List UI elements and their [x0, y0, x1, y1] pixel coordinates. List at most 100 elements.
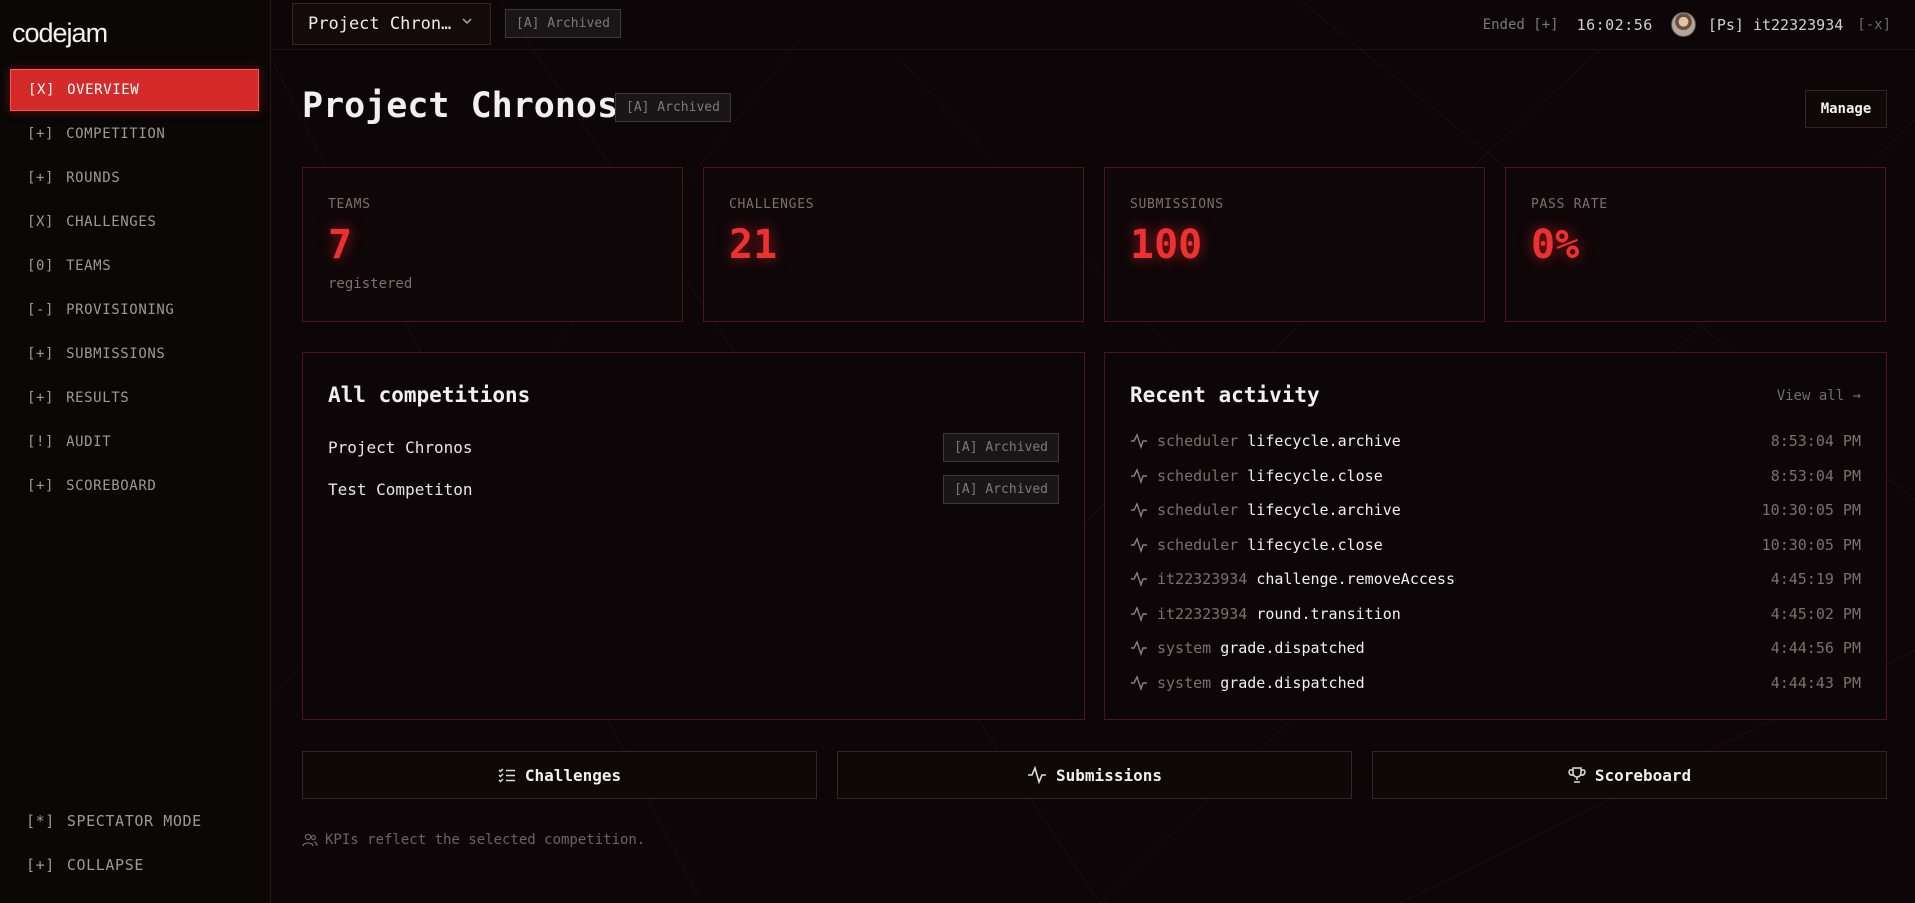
activity-row[interactable]: it22323934 challenge.removeAccess 4:45:19 …: [1130, 566, 1861, 592]
topbar-status: Ended [+] 16:02:56 [Ps] it22323934 [-x]: [1483, 12, 1891, 37]
activity-actor: scheduler: [1157, 535, 1239, 554]
sidebar-item-challenges[interactable]: [X] CHALLENGES: [10, 201, 259, 243]
status-badge: [A] Archived: [943, 432, 1059, 462]
activity-pulse-icon: [1131, 433, 1147, 449]
activity-panel: Recent activity View all → scheduler life…: [1104, 352, 1887, 720]
kpi-label: TEAMS: [328, 197, 371, 212]
activity-action: round.transition: [1256, 604, 1401, 623]
topbar: Project Chron… [A] Archived Ended [+] 16…: [272, 0, 1915, 50]
activity-action: grade.dispatched: [1220, 639, 1365, 657]
nav-prefix: [+]: [26, 856, 55, 874]
nav-prefix: [X]: [27, 214, 55, 230]
nav-prefix: [+]: [27, 170, 55, 186]
sidebar-item-competition[interactable]: [+] COMPETITION: [10, 113, 259, 155]
activity-row[interactable]: scheduler lifecycle.archive 8:53:04 PM: [1130, 428, 1861, 454]
activity-row[interactable]: system grade.dispatched 4:44:43 PM: [1130, 670, 1861, 696]
competitions-title: All competitions: [328, 383, 531, 407]
users-icon: [302, 833, 318, 847]
kpi-teams: TEAMS 7 registered: [302, 167, 683, 322]
competition-name: Test Competiton: [328, 479, 473, 499]
sidebar-item-audit[interactable]: [!] AUDIT: [10, 421, 259, 463]
user-name[interactable]: [Ps] it22323934: [1708, 16, 1843, 34]
challenges-button[interactable]: Challenges: [302, 751, 817, 799]
sidebar: codejam [X] OVERVIEW [+] COMPETITION [+] RO…: [0, 0, 271, 903]
kpi-label: PASS RATE: [1531, 197, 1608, 212]
nav-prefix: [-]: [27, 302, 55, 318]
submissions-button[interactable]: Submissions: [837, 751, 1352, 799]
kpi-label: CHALLENGES: [729, 197, 815, 212]
avatar[interactable]: [1670, 12, 1696, 37]
sidebar-item-results[interactable]: [+] RESULTS: [10, 377, 259, 419]
nav-prefix: [0]: [27, 258, 55, 274]
footnote-text: KPIs reflect the selected competition.: [325, 832, 646, 848]
activity-row[interactable]: scheduler lifecycle.archive 10:30:05 PM: [1130, 497, 1861, 523]
activity-actor: it22323934: [1157, 570, 1248, 588]
title-status-badge: [A] Archived: [615, 93, 731, 122]
activity-pulse-icon: [1131, 502, 1147, 518]
collapse-button[interactable]: [+] COLLAPSE: [10, 844, 259, 886]
sidebar-footer: [*] SPECTATOR MODE [+] COLLAPSE: [10, 800, 259, 888]
nav-label: OVERVIEW: [67, 82, 140, 98]
logout-button[interactable]: [-x]: [1857, 17, 1891, 33]
activity-pulse-icon: [1131, 467, 1147, 484]
activity-row[interactable]: it22323934 round.transition 4:45:02 PM: [1130, 601, 1861, 627]
kpi-sub: registered: [328, 276, 413, 292]
activity-action: grade.dispatched: [1220, 673, 1365, 692]
activity-pulse-icon: [1131, 571, 1147, 587]
nav-prefix: [*]: [26, 812, 55, 830]
list-item[interactable]: Project Chronos [A] Archived: [328, 432, 1059, 462]
nav-label: COMPETITION: [66, 126, 166, 142]
list-item[interactable]: Test Competiton [A] Archived: [328, 474, 1059, 504]
activity-action: lifecycle.archive: [1247, 501, 1401, 519]
view-all-link[interactable]: View all →: [1777, 388, 1861, 404]
activity-action: challenge.removeAccess: [1256, 570, 1455, 588]
activity-title: Recent activity: [1130, 383, 1320, 407]
page-title: Project Chronos: [302, 86, 619, 126]
sidebar-item-teams[interactable]: [0] TEAMS: [10, 245, 259, 287]
chevron-down-icon: [461, 15, 473, 31]
competition-name: Project Chronos: [328, 437, 473, 457]
activity-row[interactable]: system grade.dispatched 4:44:56 PM: [1130, 635, 1861, 661]
footnote: KPIs reflect the selected competition.: [302, 832, 645, 848]
nav-label: PROVISIONING: [66, 302, 175, 318]
ended-indicator[interactable]: Ended [+]: [1483, 17, 1559, 33]
activity-row[interactable]: scheduler lifecycle.close 8:53:04 PM: [1130, 463, 1861, 489]
activity-time: 8:53:04 PM: [1770, 432, 1861, 450]
activity-pulse-icon: [1131, 674, 1147, 691]
activity-actor: system: [1157, 673, 1212, 692]
kpi-value: 7: [328, 222, 353, 268]
sidebar-nav: [X] OVERVIEW [+] COMPETITION [+] ROUNDS [X]…: [10, 69, 259, 509]
sidebar-item-submissions[interactable]: [+] SUBMISSIONS: [10, 333, 259, 375]
manage-button[interactable]: Manage: [1805, 90, 1887, 128]
kpi-value: 0%: [1531, 222, 1580, 268]
activity-actor: scheduler: [1157, 432, 1239, 450]
activity-time: 10:30:05 PM: [1761, 535, 1861, 554]
kpi-value: 21: [729, 222, 778, 268]
activity-action: lifecycle.close: [1247, 535, 1383, 554]
activity-row[interactable]: scheduler lifecycle.close 10:30:05 PM: [1130, 532, 1861, 558]
sidebar-item-provisioning[interactable]: [-] PROVISIONING: [10, 289, 259, 331]
nav-prefix: [!]: [27, 434, 55, 450]
kpi-value: 100: [1130, 222, 1203, 268]
activity-action: lifecycle.archive: [1247, 432, 1401, 450]
activity-pulse-icon: [1131, 605, 1147, 622]
status-badge: [A] Archived: [505, 9, 621, 38]
sidebar-item-rounds[interactable]: [+] ROUNDS: [10, 157, 259, 199]
spectator-mode-button[interactable]: [*] SPECTATOR MODE: [10, 800, 259, 842]
activity-pulse-icon: [1028, 766, 1047, 784]
kpi-submissions: SUBMISSIONS 100: [1104, 167, 1485, 322]
nav-label: ROUNDS: [66, 170, 121, 186]
kpi-label: SUBMISSIONS: [1130, 197, 1224, 212]
scoreboard-label: Scoreboard: [1594, 765, 1692, 785]
trophy-icon: [1568, 767, 1586, 783]
nav-prefix: [+]: [27, 478, 55, 494]
activity-time: 4:44:43 PM: [1770, 673, 1861, 692]
nav-label: SPECTATOR MODE: [66, 812, 202, 830]
app-logo[interactable]: codejam: [12, 18, 108, 49]
scoreboard-button[interactable]: Scoreboard: [1372, 751, 1887, 799]
sidebar-item-scoreboard[interactable]: [+] SCOREBOARD: [10, 465, 259, 507]
competition-select-value: Project Chron…: [308, 14, 452, 34]
competition-select[interactable]: Project Chron…: [292, 3, 491, 45]
sidebar-item-overview[interactable]: [X] OVERVIEW: [10, 69, 259, 111]
nav-label: SUBMISSIONS: [66, 346, 166, 362]
